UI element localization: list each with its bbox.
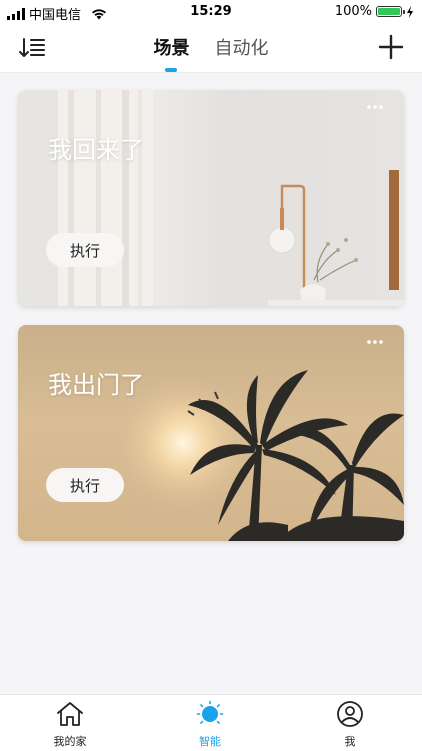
battery-fill xyxy=(378,8,400,15)
status-bar: 中国电信 15:29 100% xyxy=(0,0,422,24)
tab-bar-item-me[interactable]: 我 xyxy=(310,701,390,749)
tab-bar-label-me: 我 xyxy=(344,735,356,748)
scene-title: 我回来了 xyxy=(48,136,144,164)
scene-title: 我出门了 xyxy=(48,371,144,399)
scene-card-coming-home[interactable]: 我回来了 执行 xyxy=(18,90,404,306)
bottom-tab-bar: 我的家 智能 我 xyxy=(0,694,422,751)
scene-background-image xyxy=(113,370,404,541)
tab-bar-label-smart: 智能 xyxy=(199,735,221,748)
status-right: 100% xyxy=(335,4,414,19)
segment-tabs: 场景 自动化 xyxy=(0,34,422,72)
battery-icon xyxy=(376,6,405,17)
tab-automation[interactable]: 自动化 xyxy=(215,34,269,60)
sun-icon xyxy=(196,700,224,724)
tab-scenes[interactable]: 场景 xyxy=(153,34,190,72)
tab-bar-item-home[interactable]: 我的家 xyxy=(30,701,110,749)
execute-button[interactable]: 执行 xyxy=(46,233,124,267)
scene-background-image xyxy=(18,90,404,306)
home-icon xyxy=(57,702,83,726)
tab-bar-label-home: 我的家 xyxy=(53,735,87,748)
tab-bar-item-smart[interactable]: 智能 xyxy=(170,700,250,749)
more-dots-icon[interactable] xyxy=(366,339,384,345)
nav-bar: 场景 自动化 xyxy=(0,24,422,73)
more-dots-icon[interactable] xyxy=(366,104,384,110)
charging-bolt-icon xyxy=(407,5,413,18)
scene-card-leaving-home[interactable]: 我出门了 执行 xyxy=(18,325,404,541)
plus-icon[interactable] xyxy=(378,34,404,60)
execute-button[interactable]: 执行 xyxy=(46,468,124,502)
battery-percent: 100% xyxy=(334,4,372,19)
active-tab-indicator xyxy=(165,68,178,72)
user-icon xyxy=(337,701,363,727)
tab-scenes-label: 场景 xyxy=(153,38,190,59)
